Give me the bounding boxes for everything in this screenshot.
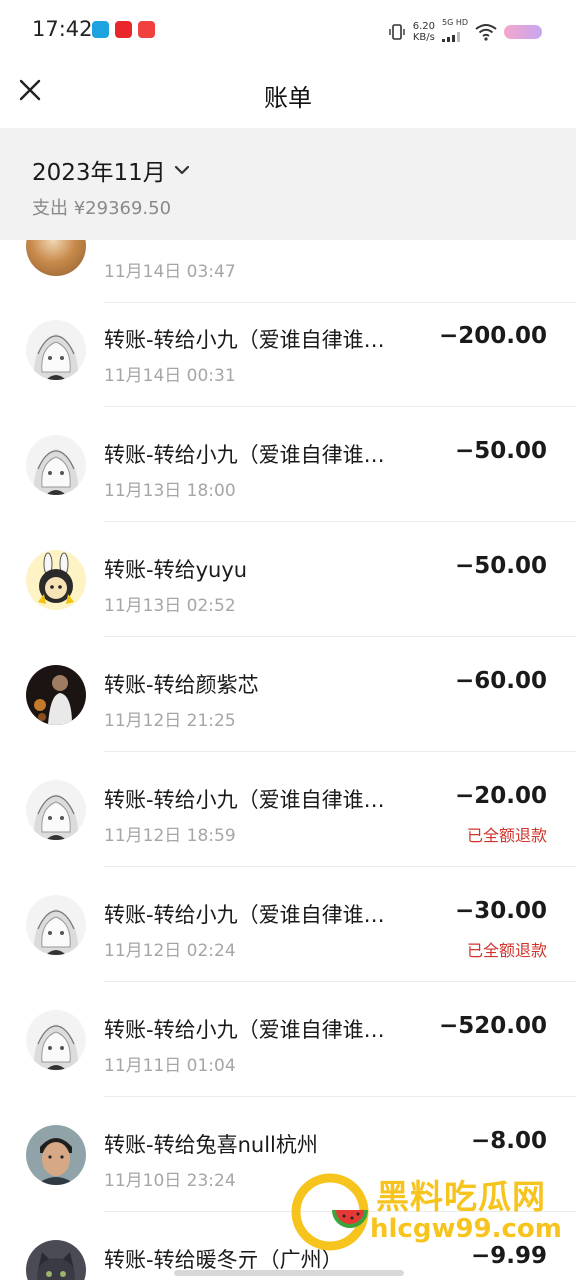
anime-sketch-avatar xyxy=(26,320,86,380)
transaction-time: 11月12日 02:24 xyxy=(104,941,236,961)
refund-status: 已全额退款 xyxy=(466,826,547,845)
cellular-signal: 5G HD xyxy=(441,18,468,46)
transaction-amount: −50.00 xyxy=(454,553,547,579)
transaction-title: 转账-转给小九（爱谁自律谁… xyxy=(104,1018,385,1042)
battery-icon xyxy=(504,25,542,39)
transaction-title: 转账-转给小九（爱谁自律谁… xyxy=(104,443,385,467)
anime-sketch-avatar xyxy=(26,895,86,955)
transaction-row[interactable]: 转账-转给小九（爱谁自律谁… 11月12日 02:24 −30.00 已全额退款 xyxy=(0,867,576,982)
transaction-row[interactable]: 转账-转给yuyu 11月13日 02:52 −50.00 xyxy=(0,522,576,637)
avatar xyxy=(26,780,86,840)
transaction-list: 11月14日 03:47 转账-转给小九（爱谁自律谁… 11月14日 00:31… xyxy=(0,240,576,1280)
transaction-title: 转账-转给yuyu xyxy=(104,558,248,582)
transaction-amount: −8.00 xyxy=(470,1128,547,1154)
transaction-row[interactable]: 转账-转给小九（爱谁自律谁… 11月14日 00:31 −200.00 xyxy=(0,292,576,407)
avatar xyxy=(26,550,86,610)
transaction-amount: −520.00 xyxy=(438,1013,547,1039)
network-type: 5G HD xyxy=(441,18,468,27)
status-app-icons xyxy=(92,21,155,38)
transaction-title: 转账-转给小九（爱谁自律谁… xyxy=(104,328,385,352)
anime-sketch-avatar xyxy=(26,780,86,840)
transaction-time: 11月12日 21:25 xyxy=(104,711,236,731)
refund-status: 已全额退款 xyxy=(466,941,547,960)
avatar xyxy=(26,435,86,495)
network-speed-unit: KB/s xyxy=(412,32,435,43)
month-selector[interactable]: 2023年11月 xyxy=(32,153,190,187)
bunny-cartoon-avatar xyxy=(26,550,86,610)
month-label: 2023年11月 xyxy=(32,160,166,186)
transaction-amount: −50.00 xyxy=(454,438,547,464)
transaction-time: 11月14日 00:31 xyxy=(104,366,236,386)
transaction-title: 转账-转给小九（爱谁自律谁… xyxy=(104,903,385,927)
avatar xyxy=(26,320,86,380)
avatar xyxy=(26,1010,86,1070)
man-photo-avatar xyxy=(26,1125,86,1185)
wifi-icon xyxy=(475,24,497,41)
transaction-amount: −20.00 xyxy=(454,783,547,809)
chevron-down-icon xyxy=(174,165,189,175)
watermark: 黑料吃瓜网 hlcgw99.com xyxy=(290,1166,570,1266)
watermark-url: hlcgw99.com xyxy=(370,1214,562,1244)
status-indicators: 6.20 KB/s 5G HD xyxy=(388,18,542,46)
anime-sketch-avatar xyxy=(26,435,86,495)
transaction-time: 11月10日 23:24 xyxy=(104,1171,236,1191)
transaction-title: 转账-转给颜紫芯 xyxy=(104,673,259,697)
transaction-row[interactable]: 转账-转给小九（爱谁自律谁… 11月12日 18:59 −20.00 已全额退款 xyxy=(0,752,576,867)
transaction-row[interactable]: 转账-转给小九（爱谁自律谁… 11月13日 18:00 −50.00 xyxy=(0,407,576,522)
watermark-title: 黑料吃瓜网 xyxy=(376,1177,546,1216)
nav-header: 账单 xyxy=(0,60,576,128)
vibrate-icon xyxy=(389,24,405,40)
avatar xyxy=(26,1125,86,1185)
cat-photo-avatar xyxy=(26,1240,86,1280)
avatar xyxy=(26,1240,86,1280)
network-speed-value: 6.20 xyxy=(412,21,435,32)
transaction-amount: −60.00 xyxy=(454,668,547,694)
anime-sketch-avatar xyxy=(26,1010,86,1070)
transaction-amount: −200.00 xyxy=(438,323,547,349)
transaction-row[interactable]: 转账-转给小九（爱谁自律谁… 11月11日 01:04 −520.00 xyxy=(0,982,576,1097)
transaction-time: 11月13日 18:00 xyxy=(104,481,236,501)
app-notification-icon xyxy=(92,21,109,38)
status-bar: 17:42 6.20 KB/s 5G HD xyxy=(0,0,576,60)
transaction-title: 转账-转给小九（爱谁自律谁… xyxy=(104,788,385,812)
transaction-time: 11月12日 18:59 xyxy=(104,826,236,846)
transaction-row[interactable]: 转账-转给颜紫芯 11月12日 21:25 −60.00 xyxy=(0,637,576,752)
transaction-time: 11月13日 02:52 xyxy=(104,596,236,616)
dark-photo-avatar xyxy=(26,665,86,725)
avatar xyxy=(26,240,86,276)
avatar xyxy=(26,665,86,725)
page-title: 账单 xyxy=(264,84,312,112)
transaction-time: 11月14日 03:47 xyxy=(104,262,236,282)
month-summary: 2023年11月 支出 ¥29369.50 xyxy=(0,128,576,240)
signal-bars-icon xyxy=(441,32,460,42)
transaction-amount: −30.00 xyxy=(454,898,547,924)
avatar xyxy=(26,895,86,955)
home-indicator[interactable] xyxy=(174,1270,404,1276)
status-time: 17:42 xyxy=(32,17,93,41)
expense-total: 支出 ¥29369.50 xyxy=(32,198,172,219)
app-notification-icon xyxy=(138,21,155,38)
network-speed: 6.20 KB/s xyxy=(413,21,435,43)
transaction-time: 11月11日 01:04 xyxy=(104,1056,236,1076)
transaction-title: 转账-转给兔喜null杭州 xyxy=(104,1133,318,1157)
app-notification-icon xyxy=(115,21,132,38)
watermark-logo-icon xyxy=(291,1173,369,1251)
